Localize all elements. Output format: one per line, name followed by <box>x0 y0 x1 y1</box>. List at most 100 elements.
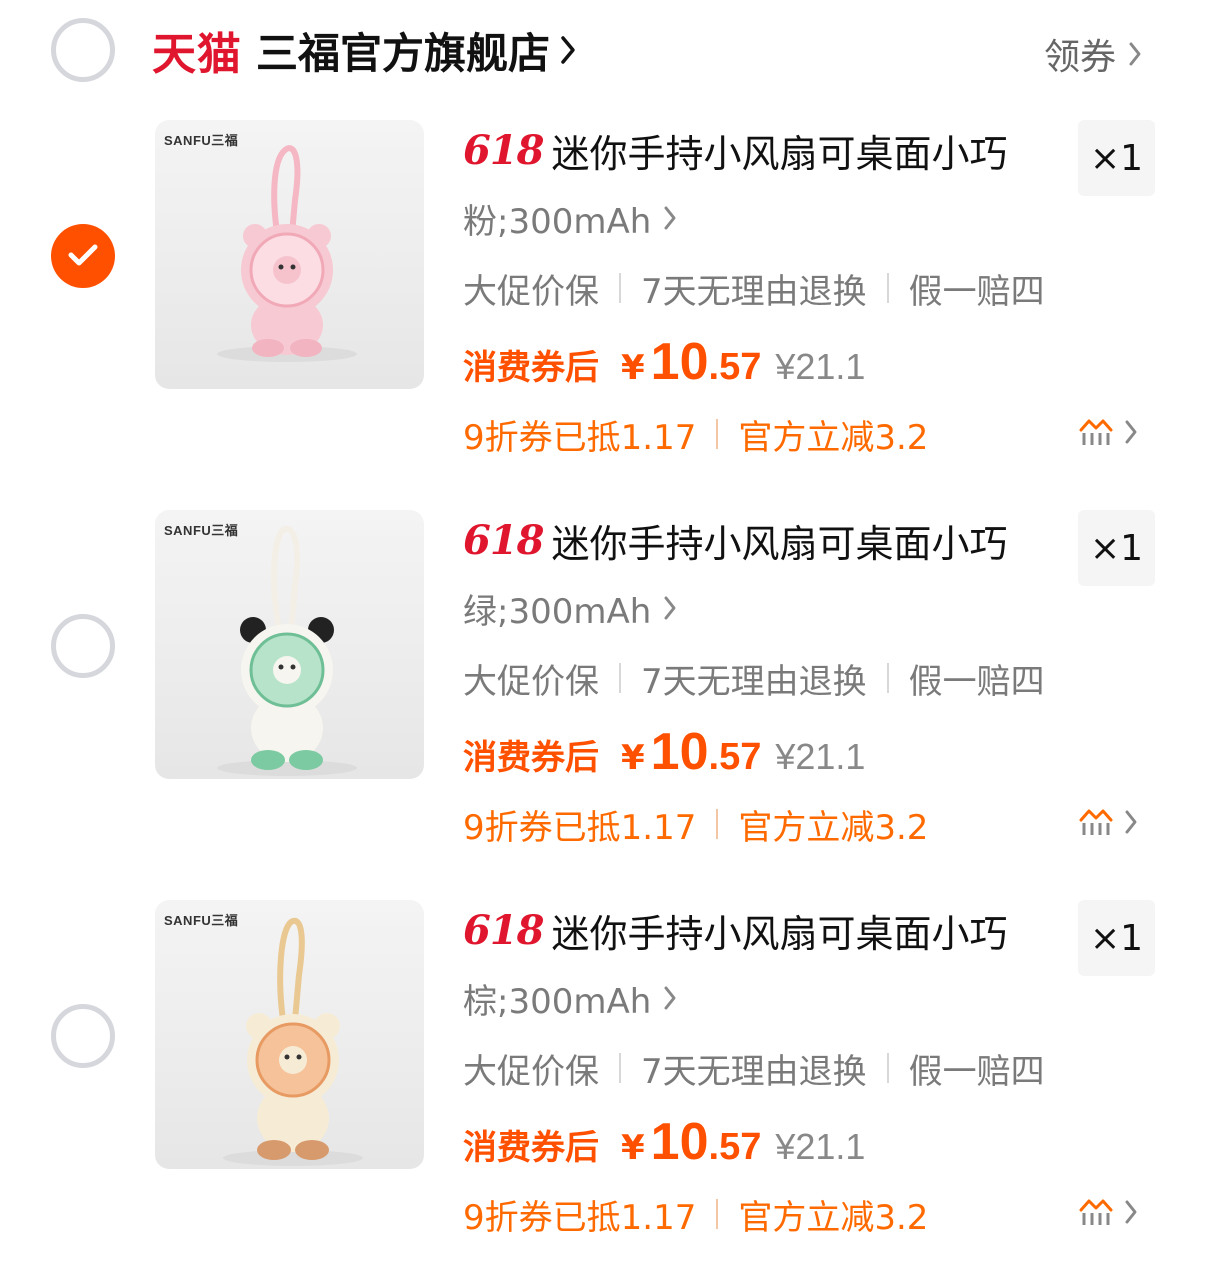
divider <box>886 663 889 693</box>
price-label: 消费券后 <box>463 738 599 778</box>
cart-item: SANFU三福 618 迷你手持小风扇可桌面小巧 ×1 绿;300mAh 大促价… <box>0 510 1206 900</box>
promo-618-tag: 618 <box>463 126 544 174</box>
chevron-right-icon <box>664 206 676 230</box>
service-tags: 大促价保 7天无理由退换 假一赔四 <box>463 1046 1045 1092</box>
service-tag: 假一赔四 <box>908 1051 1045 1092</box>
chevron-right-icon <box>664 986 676 1010</box>
store-name: 三福官方旗舰店 <box>256 28 551 78</box>
product-title: 迷你手持小风扇可桌面小巧 <box>551 521 1008 566</box>
product-title-link[interactable]: 618 迷你手持小风扇可桌面小巧 <box>463 902 1008 958</box>
product-title: 迷你手持小风扇可桌面小巧 <box>551 911 1008 956</box>
sku-selector[interactable]: 粉;300mAh <box>463 196 677 242</box>
sku-label: 绿;300mAh <box>463 591 652 632</box>
quantity-button[interactable]: ×1 <box>1078 120 1155 196</box>
divider <box>619 1053 621 1083</box>
product-title-link[interactable]: 618 迷你手持小风扇可桌面小巧 <box>463 122 1008 178</box>
discount-tag: 9折券已抵1.17 <box>463 417 697 458</box>
divider <box>716 809 719 839</box>
original-price: ¥21.1 <box>775 1126 866 1167</box>
discount-detail-button[interactable] <box>1078 1196 1138 1228</box>
green-panda-fan-image <box>217 525 357 776</box>
service-tag: 大促价保 <box>463 1051 599 1092</box>
divider <box>886 1053 889 1083</box>
chevron-right-icon <box>561 36 575 64</box>
price-label: 消费券后 <box>463 348 599 388</box>
store-link[interactable]: 天猫 三福官方旗舰店 <box>152 22 576 80</box>
price-row: 消费券后 ¥ 10 .57 ¥21.1 <box>463 722 865 786</box>
original-price: ¥21.1 <box>775 346 866 387</box>
divider <box>716 1199 719 1229</box>
sku-label: 棕;300mAh <box>463 981 652 1022</box>
discount-detail-button[interactable] <box>1078 416 1138 448</box>
price-label: 消费券后 <box>463 1128 599 1168</box>
chevron-right-icon <box>1129 42 1141 66</box>
item-select-radio[interactable] <box>51 614 115 678</box>
item-select-radio[interactable] <box>51 224 115 288</box>
store-select-radio[interactable] <box>51 18 115 82</box>
service-tag: 假一赔四 <box>908 661 1045 702</box>
sku-label: 粉;300mAh <box>463 201 652 242</box>
price-row: 消费券后 ¥ 10 .57 ¥21.1 <box>463 332 865 396</box>
cart-item: SANFU三福 618 迷你手持小风扇可桌面小巧 ×1 棕;300mAh 大促价… <box>0 900 1206 1280</box>
checkmark-icon <box>68 244 98 266</box>
price-decimal: .57 <box>708 346 762 388</box>
price-decimal: .57 <box>708 736 762 778</box>
original-price: ¥21.1 <box>775 736 866 777</box>
product-thumbnail[interactable]: SANFU三福 <box>155 900 424 1169</box>
service-tag: 7天无理由退换 <box>641 1051 867 1092</box>
service-tags: 大促价保 7天无理由退换 假一赔四 <box>463 266 1045 312</box>
currency-symbol: ¥ <box>621 1128 645 1168</box>
divider <box>716 419 719 449</box>
get-coupon-button[interactable]: 领券 <box>1044 28 1142 80</box>
product-thumbnail[interactable]: SANFU三福 <box>155 120 424 389</box>
discount-info: 9折券已抵1.17 官方立减3.2 <box>463 410 928 458</box>
brown-bear-fan-image <box>223 917 363 1166</box>
discount-info: 9折券已抵1.17 官方立减3.2 <box>463 1190 928 1238</box>
price-integer: 10 <box>650 1113 709 1171</box>
service-tag: 大促价保 <box>463 661 599 702</box>
discount-tag: 9折券已抵1.17 <box>463 1197 697 1238</box>
cart-item: SANFU三福 618 迷你手持小风扇可桌面小巧 ×1 粉;300mAh 大促价… <box>0 120 1206 510</box>
price-trend-icon <box>1079 1199 1113 1225</box>
price-integer: 10 <box>650 333 709 391</box>
pink-bear-fan-image <box>217 145 357 362</box>
currency-symbol: ¥ <box>621 738 645 778</box>
price-decimal: .57 <box>708 1126 762 1168</box>
service-tag: 大促价保 <box>463 271 599 312</box>
divider <box>886 273 889 303</box>
tmall-logo: 天猫 <box>152 29 242 80</box>
chevron-right-icon <box>1125 1200 1137 1224</box>
store-header: 天猫 三福官方旗舰店 领券 <box>0 0 1206 100</box>
service-tag: 假一赔四 <box>908 271 1045 312</box>
get-coupon-label: 领券 <box>1043 37 1116 78</box>
sku-selector[interactable]: 棕;300mAh <box>463 976 677 1022</box>
discount-tag: 官方立减3.2 <box>738 1197 929 1238</box>
currency-symbol: ¥ <box>621 348 645 388</box>
price-row: 消费券后 ¥ 10 .57 ¥21.1 <box>463 1112 865 1176</box>
chevron-right-icon <box>1125 810 1137 834</box>
chevron-right-icon <box>1125 420 1137 444</box>
quantity-button[interactable]: ×1 <box>1078 900 1155 976</box>
divider <box>619 663 621 693</box>
product-title: 迷你手持小风扇可桌面小巧 <box>551 131 1008 176</box>
item-select-radio[interactable] <box>51 1004 115 1068</box>
service-tags: 大促价保 7天无理由退换 假一赔四 <box>463 656 1045 702</box>
divider <box>619 273 621 303</box>
promo-618-tag: 618 <box>463 906 544 954</box>
chevron-right-icon <box>664 596 676 620</box>
discount-tag: 9折券已抵1.17 <box>463 807 697 848</box>
service-tag: 7天无理由退换 <box>641 661 867 702</box>
service-tag: 7天无理由退换 <box>641 271 867 312</box>
sku-selector[interactable]: 绿;300mAh <box>463 586 677 632</box>
price-integer: 10 <box>650 723 709 781</box>
product-thumbnail[interactable]: SANFU三福 <box>155 510 424 779</box>
discount-tag: 官方立减3.2 <box>738 417 929 458</box>
discount-info: 9折券已抵1.17 官方立减3.2 <box>463 800 928 848</box>
product-title-link[interactable]: 618 迷你手持小风扇可桌面小巧 <box>463 512 1008 568</box>
discount-detail-button[interactable] <box>1078 806 1138 838</box>
price-trend-icon <box>1079 809 1113 835</box>
quantity-button[interactable]: ×1 <box>1078 510 1155 586</box>
price-trend-icon <box>1079 419 1113 445</box>
promo-618-tag: 618 <box>463 516 544 564</box>
discount-tag: 官方立减3.2 <box>738 807 929 848</box>
